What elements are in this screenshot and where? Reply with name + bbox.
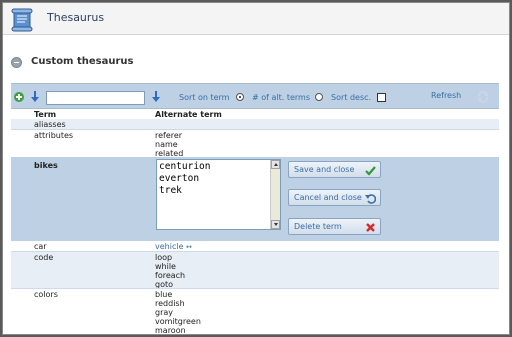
app-title: Thesaurus bbox=[47, 11, 105, 24]
add-term-icon[interactable] bbox=[14, 92, 24, 102]
cancel-and-close-label: Cancel and close bbox=[294, 193, 362, 202]
sort-desc-checkbox[interactable] bbox=[377, 93, 386, 102]
alternate-term: gray bbox=[155, 308, 174, 317]
delete-term-button[interactable]: Delete term bbox=[288, 218, 381, 235]
scroll-down-button[interactable] bbox=[271, 220, 280, 229]
section-title: Custom thesaurus bbox=[31, 56, 134, 67]
sort-desc-label[interactable]: Sort desc. bbox=[331, 93, 371, 102]
alternate-terms: referer name related bbox=[155, 131, 183, 158]
cancel-and-close-button[interactable]: Cancel and close bbox=[288, 189, 381, 206]
alternate-term: referer bbox=[155, 131, 183, 140]
textarea-line: trek bbox=[159, 185, 182, 196]
toolbar: Sort on term # of alt. terms Sort desc. … bbox=[11, 83, 499, 109]
app-header: Thesaurus bbox=[3, 3, 509, 35]
refresh-link[interactable]: Refresh bbox=[431, 91, 461, 100]
collapse-icon[interactable] bbox=[11, 57, 22, 68]
alternate-terms-textarea[interactable]: centurion everton trek bbox=[156, 159, 281, 230]
table-row[interactable]: code loop while foreach goto bbox=[11, 251, 499, 289]
search-go-icon[interactable] bbox=[152, 91, 160, 102]
term-cell: car bbox=[34, 242, 47, 251]
table-row[interactable]: cromes golden → bbox=[11, 334, 499, 335]
table-row[interactable]: car vehicle ↔ bbox=[11, 241, 499, 251]
alternate-term: foreach bbox=[155, 271, 186, 280]
editing-row: bikes centurion everton trek Save and cl… bbox=[11, 157, 499, 241]
alternate-terms: vehicle ↔ bbox=[155, 242, 192, 251]
term-cell: attributes bbox=[34, 131, 74, 140]
undo-icon bbox=[365, 194, 376, 204]
delete-x-icon bbox=[366, 223, 375, 232]
alt-terms-label[interactable]: # of alt. terms bbox=[252, 93, 310, 102]
table-row[interactable]: attributes referer name related bbox=[11, 129, 499, 158]
alternate-term-column-header: Alternate term bbox=[155, 110, 222, 119]
save-and-close-button[interactable]: Save and close bbox=[288, 161, 381, 178]
app-window: Thesaurus Custom thesaurus Sort on term … bbox=[2, 2, 510, 335]
table-row[interactable]: colors blue reddish gray vomitgreen maro… bbox=[11, 288, 499, 334]
alternate-term: while bbox=[155, 262, 176, 271]
thesaurus-scroll-icon bbox=[11, 8, 33, 32]
alternate-term-link[interactable]: vehicle bbox=[155, 242, 184, 251]
term-cell: colors bbox=[34, 290, 58, 299]
editing-term: bikes bbox=[34, 161, 58, 170]
save-and-close-label: Save and close bbox=[294, 165, 355, 174]
search-input[interactable] bbox=[46, 91, 145, 105]
alternate-term: name bbox=[155, 140, 178, 149]
scroll-up-button[interactable] bbox=[271, 160, 280, 169]
term-column-header: Term bbox=[34, 110, 57, 119]
refresh-icon[interactable] bbox=[476, 90, 490, 104]
alternate-terms: loop while foreach goto bbox=[155, 253, 185, 289]
alternate-term: loop bbox=[155, 253, 173, 262]
alternate-term: vomitgreen bbox=[155, 317, 201, 326]
textarea-scrollbar[interactable] bbox=[270, 160, 280, 229]
sort-on-term-radio[interactable] bbox=[236, 93, 244, 101]
textarea-line: everton bbox=[159, 173, 200, 184]
term-cell: code bbox=[34, 253, 54, 262]
delete-term-label: Delete term bbox=[294, 222, 342, 231]
arrow-down-icon[interactable] bbox=[31, 91, 39, 102]
checkmark-icon bbox=[365, 166, 376, 176]
link-arrows-icon[interactable]: ↔ bbox=[186, 243, 192, 251]
alternate-term: reddish bbox=[155, 299, 185, 308]
sort-on-term-label[interactable]: Sort on term bbox=[179, 93, 229, 102]
table-header: Term Alternate term bbox=[11, 110, 499, 119]
alternate-term: blue bbox=[155, 290, 173, 299]
alt-terms-radio[interactable] bbox=[315, 93, 323, 101]
term-cell: aliasses bbox=[34, 120, 66, 129]
table-row[interactable]: aliasses bbox=[11, 119, 499, 129]
alternate-terms: blue reddish gray vomitgreen maroon bbox=[155, 290, 201, 334]
textarea-line: centurion bbox=[159, 161, 211, 172]
